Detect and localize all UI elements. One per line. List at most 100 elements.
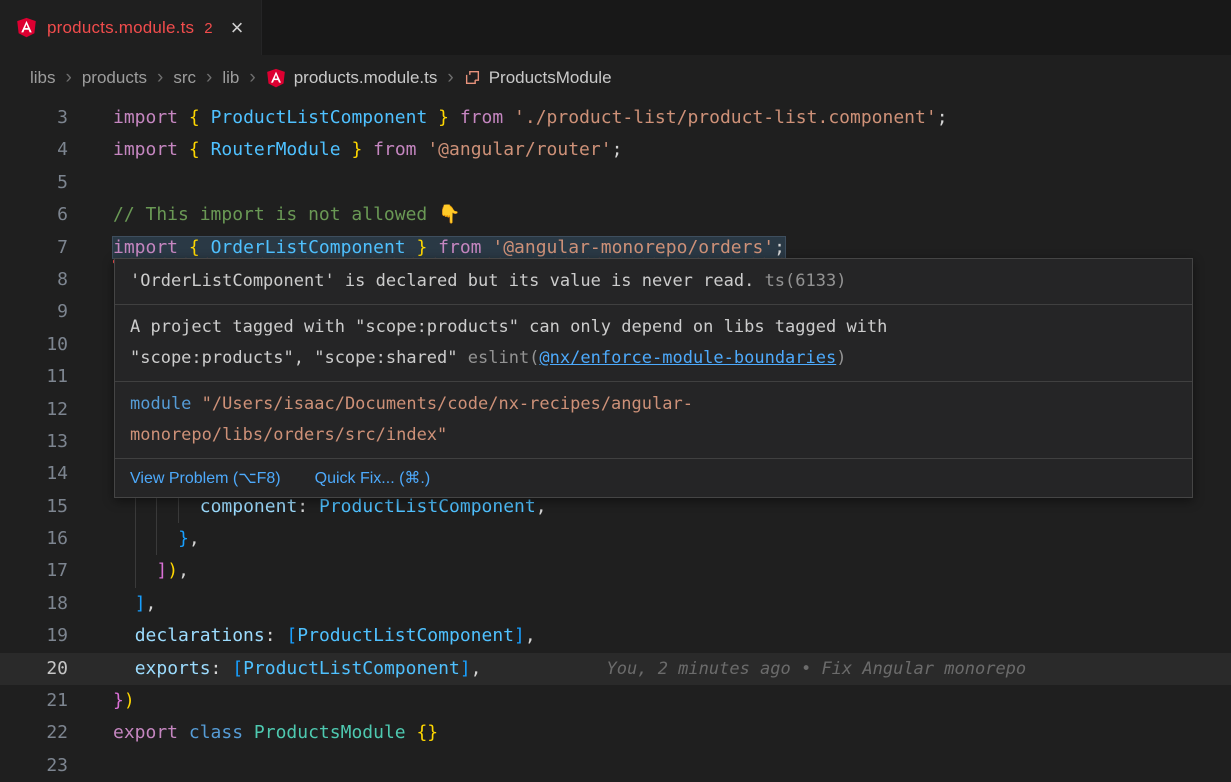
code-token: [ [232,658,243,679]
breadcrumb-separator: › [249,67,255,89]
line-number[interactable]: 6 [0,199,68,231]
line-number[interactable]: 15 [0,491,68,523]
code-token: component [200,496,298,517]
breadcrumb-item-products-module-ts[interactable]: products.module.ts [266,68,438,88]
line-number[interactable]: 17 [0,555,68,587]
code-line-5[interactable]: 5 [0,167,1231,199]
tab-problem-count: 2 [204,18,212,37]
code-token: } [178,528,189,549]
code-line-6[interactable]: 6// This import is not allowed 👇 [0,199,1231,231]
breadcrumb-label: src [173,68,196,88]
code-token: ProductsModule [254,722,406,743]
code-token: ] [135,593,146,614]
code-line-22[interactable]: 22export class ProductsModule {} [0,717,1231,749]
code-line-3[interactable]: 3import { ProductListComponent } from '.… [0,102,1231,134]
code-token [417,139,428,160]
line-number[interactable]: 5 [0,167,68,199]
hover-token: ) [836,348,846,368]
breadcrumb-label: ProductsModule [489,68,612,88]
code-text: }) [68,685,1231,717]
line-number[interactable]: 14 [0,458,68,490]
hover-actions: View Problem (⌥F8) Quick Fix... (⌘.) [115,459,1192,497]
breadcrumb-item-products[interactable]: products [82,68,147,88]
breadcrumb-item-src[interactable]: src [173,68,196,88]
code-token: './product-list/product-list.component' [514,107,937,128]
code-token [362,139,373,160]
line-number[interactable]: 16 [0,523,68,555]
breadcrumb-bar: libs›products›src›lib›products.module.ts… [0,55,1231,100]
code-token [200,139,211,160]
code-token: from [460,107,503,128]
code-token: ] [514,625,525,646]
line-number[interactable]: 22 [0,717,68,749]
breadcrumb-separator: › [206,67,212,89]
code-token [135,523,157,555]
code-text: // This import is not allowed 👇 [68,199,1231,231]
code-token: import [113,139,178,160]
code-token [341,139,352,160]
line-number[interactable]: 9 [0,296,68,328]
code-token: ) [124,690,135,711]
hover-text-line: A project tagged with "scope:products" c… [130,312,1177,343]
code-token: : [265,625,287,646]
code-line-18[interactable]: 18 ], [0,588,1231,620]
line-number[interactable]: 21 [0,685,68,717]
line-number[interactable]: 11 [0,361,68,393]
code-line-20[interactable]: 20 exports: [ProductListComponent],You, … [0,653,1231,685]
code-line-16[interactable]: 16 }, [0,523,1231,555]
line-number[interactable]: 4 [0,134,68,166]
line-number[interactable]: 8 [0,264,68,296]
breadcrumb-item-libs[interactable]: libs [30,68,56,88]
code-line-17[interactable]: 17 ]), [0,555,1231,587]
code-token [156,523,178,555]
code-token: declarations [135,625,265,646]
hover-token: module [130,394,202,414]
line-number[interactable]: 13 [0,426,68,458]
line-number[interactable]: 7 [0,232,68,264]
code-token: export [113,722,178,743]
breadcrumb: libs›products›src›lib›products.module.ts… [30,67,612,89]
code-token [113,496,135,517]
code-token: from [373,139,416,160]
code-token: : [211,658,233,679]
code-line-19[interactable]: 19 declarations: [ProductListComponent], [0,620,1231,652]
breadcrumb-label: products.module.ts [294,68,438,88]
pointing-down-emoji: 👇 [438,204,460,225]
line-number[interactable]: 12 [0,394,68,426]
close-icon[interactable]: × [231,17,244,39]
hover-text-line: module "/Users/isaac/Documents/code/nx-r… [130,389,1177,420]
code-token: class [189,722,243,743]
breadcrumb-label: libs [30,68,56,88]
code-line-21[interactable]: 21}) [0,685,1231,717]
code-token: ) [167,560,178,581]
code-token: , [178,560,189,581]
line-number[interactable]: 18 [0,588,68,620]
code-token: { [189,107,200,128]
line-number[interactable]: 19 [0,620,68,652]
breadcrumb-item-productsmodule[interactable]: ProductsModule [464,68,612,88]
code-line-23[interactable]: 23 [0,750,1231,782]
line-number[interactable]: 3 [0,102,68,134]
code-text: ], [68,588,1231,620]
code-token: OrderListComponent [211,237,406,258]
quick-fix-action[interactable]: Quick Fix... (⌘.) [315,468,431,488]
breadcrumb-item-lib[interactable]: lib [222,68,239,88]
line-number[interactable]: 20 [0,653,68,685]
line-number[interactable]: 10 [0,329,68,361]
eslint-rule-link[interactable]: @nx/enforce-module-boundaries [539,348,836,368]
code-token [243,722,254,743]
code-token [178,107,189,128]
line-number[interactable]: 23 [0,750,68,782]
code-token [178,237,189,258]
tab-strip-empty [262,0,1231,55]
code-line-4[interactable]: 4import { RouterModule } from '@angular/… [0,134,1231,166]
code-token: exports [135,658,211,679]
tab-products-module-ts[interactable]: products.module.ts 2 × [0,0,262,55]
code-text [68,750,1231,782]
view-problem-action[interactable]: View Problem (⌥F8) [130,468,281,488]
hover-popup: 'OrderListComponent' is declared but its… [114,258,1193,498]
code-token: RouterModule [211,139,341,160]
code-token: { [189,139,200,160]
code-token: ProductListComponent [243,658,460,679]
code-token: , [146,593,157,614]
